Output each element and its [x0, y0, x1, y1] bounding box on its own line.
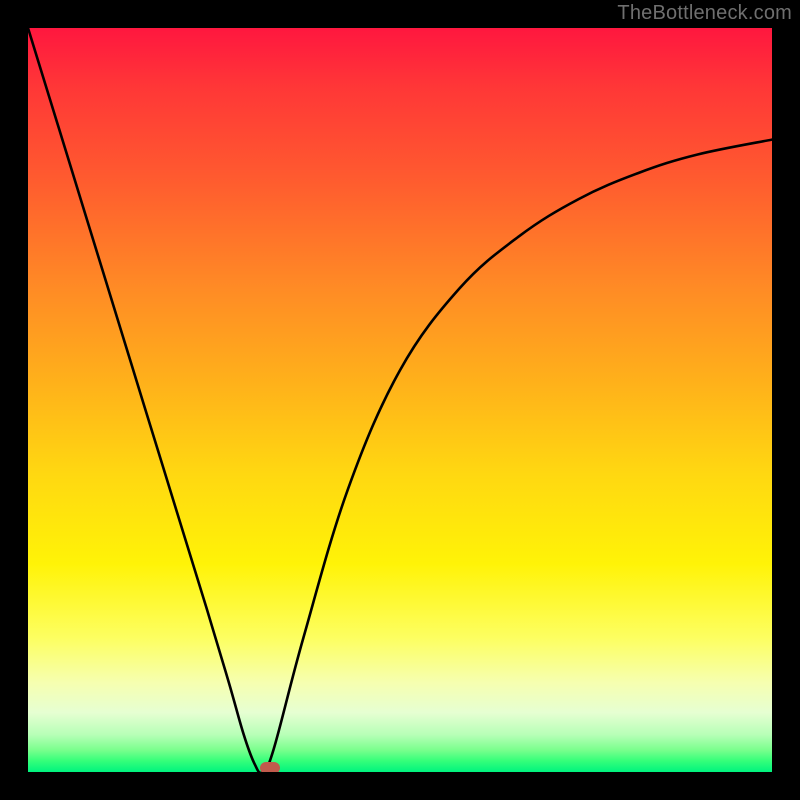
bottleneck-curve	[28, 28, 772, 772]
curve-layer	[28, 28, 772, 772]
watermark-text: TheBottleneck.com	[617, 2, 792, 25]
chart-frame: TheBottleneck.com	[0, 0, 800, 800]
min-point-marker	[260, 762, 280, 772]
plot-area	[28, 28, 772, 772]
